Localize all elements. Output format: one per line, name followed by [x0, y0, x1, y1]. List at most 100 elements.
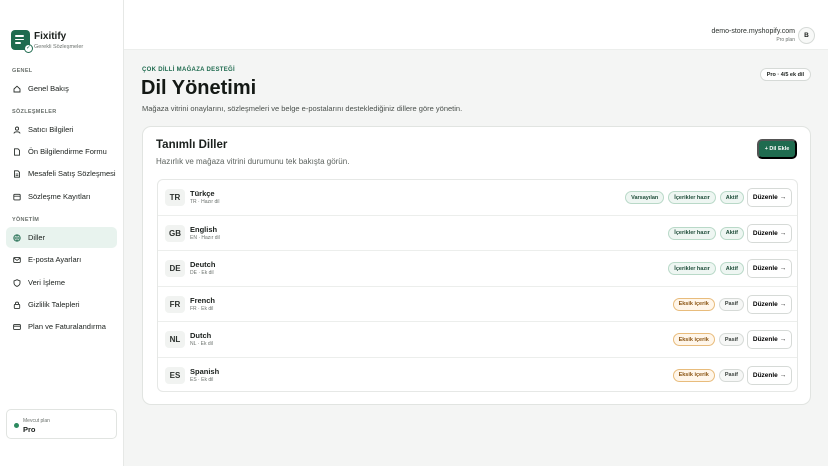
status-badges: Eksik içerik Pasif — [672, 333, 744, 346]
store-plan: Pro plan — [776, 37, 795, 43]
sidebar-item-label: Diller — [28, 233, 46, 242]
page-title: Dil Yönetimi — [141, 77, 257, 99]
language-row-nl: NL Dutch NL · Ek dil Eksik içerik Pasif Düzen… — [158, 322, 797, 358]
lock-icon — [13, 301, 21, 309]
document-icon — [13, 169, 21, 178]
status-badge: Aktif — [719, 226, 744, 240]
sidebar-item-label: Genel Bakış — [28, 84, 69, 93]
language-code: FR — [165, 295, 185, 313]
sidebar-item-label: Veri İşleme — [28, 278, 66, 287]
nav-section-contracts: SÖZLEŞMELER — [12, 109, 57, 115]
fixitify-logo-icon: ✓ — [11, 30, 33, 53]
edit-language-button[interactable]: Düzenle → — [747, 365, 792, 385]
sidebar-item-email-settings[interactable]: E-posta Ayarları — [6, 249, 117, 270]
status-badge: Eksik içerik — [672, 297, 715, 311]
sidebar-item-label: E-posta Ayarları — [28, 255, 82, 264]
sidebar-item-languages[interactable]: Diller — [6, 227, 117, 248]
card-icon — [13, 323, 21, 331]
user-icon — [13, 126, 21, 134]
document-icon — [13, 147, 21, 156]
edit-language-button[interactable]: Düzenle → — [747, 330, 792, 349]
status-badges: Eksik içerik Pasif — [672, 368, 744, 382]
sidebar-item-pre-info-form[interactable]: Ön Bilgilendirme Formu — [6, 141, 117, 162]
sidebar-item-privacy-requests[interactable]: Gizlilik Talepleri — [6, 294, 117, 315]
language-list: TR Türkçe TR · Hazır dil Varsayılan İçerikle… — [157, 179, 798, 392]
sidebar-item-label: Satıcı Bilgileri — [28, 125, 74, 134]
status-badges: Varsayılan İçerikler hazır Aktif — [625, 191, 744, 204]
sidebar-item-contract-records[interactable]: Sözleşme Kayıtları — [6, 186, 117, 207]
language-code: DE — [165, 260, 185, 277]
card-title: Tanımlı Diller — [156, 139, 228, 151]
archive-icon — [13, 193, 21, 201]
language-meta: ES · Ek dil — [190, 376, 214, 383]
shield-icon — [13, 278, 21, 287]
sidebar-item-label: Sözleşme Kayıtları — [28, 192, 91, 201]
status-badge: İçerikler hazır — [668, 226, 716, 240]
language-meta: NL · Ek dil — [190, 341, 213, 347]
edit-language-button[interactable]: Düzenle → — [747, 259, 792, 278]
avatar[interactable]: B — [798, 27, 815, 44]
status-badge: Pasif — [718, 368, 744, 382]
language-row-tr: TR Türkçe TR · Hazır dil Varsayılan İçerikle… — [158, 180, 797, 216]
status-badge: Pasif — [718, 297, 744, 311]
store-info: demo-store.myshopify.com Pro plan — [711, 28, 795, 43]
status-badge: İçerikler hazır — [668, 262, 716, 275]
language-name: French — [190, 295, 216, 305]
language-code: GB — [165, 224, 185, 242]
home-icon — [13, 85, 21, 93]
nav-section-general: GENEL — [12, 68, 33, 74]
add-language-button[interactable]: + Dil Ekle — [757, 139, 797, 159]
sidebar-item-label: Mesafeli Satış Sözleşmesi — [28, 169, 116, 178]
defined-languages-card: Tanımlı Diller Hazırlık ve mağaza vitrin… — [142, 126, 811, 405]
brand-subtitle: Gerekli Sözleşmeler — [34, 43, 84, 50]
brand-name: Fixitify — [34, 30, 67, 42]
sidebar-item-distance-sales[interactable]: Mesafeli Satış Sözleşmesi — [6, 163, 117, 184]
sidebar: ✓ Fixitify Gerekli Sözleşmeler GENEL Gen… — [0, 0, 124, 466]
plan-status-dot — [14, 423, 19, 428]
mail-icon — [13, 256, 21, 264]
edit-language-button[interactable]: Düzenle → — [747, 223, 792, 243]
language-row-es: ES Spanish ES · Ek dil Eksik içerik Pasif Düz… — [158, 358, 797, 392]
status-badge: Pasif — [718, 333, 744, 346]
language-name: Dutch — [190, 331, 212, 340]
language-code: ES — [165, 366, 185, 384]
language-meta: TR · Hazır dil — [190, 199, 220, 205]
language-name: Türkçe — [190, 189, 215, 198]
language-quota-badge: Pro · 4/5 ek dil — [759, 68, 811, 81]
sidebar-item-overview[interactable]: Genel Bakış — [6, 78, 117, 99]
language-meta: FR · Ek dil — [190, 305, 214, 312]
language-row-gb: GB English EN · Hazır dil İçerikler hazır Ak… — [158, 216, 797, 251]
sidebar-item-label: Ön Bilgilendirme Formu — [28, 147, 107, 156]
topbar: demo-store.myshopify.com Pro plan B — [124, 0, 828, 50]
edit-language-button[interactable]: Düzenle → — [747, 188, 792, 207]
status-badges: İçerikler hazır Aktif — [668, 226, 744, 240]
current-plan-card: Mevcut plan Pro — [6, 409, 117, 439]
status-badge: Eksik içerik — [672, 333, 715, 346]
language-code: NL — [165, 331, 185, 348]
status-badges: İçerikler hazır Aktif — [668, 262, 744, 275]
language-name: Deutch — [190, 260, 216, 269]
language-meta: EN · Hazır dil — [190, 234, 220, 241]
language-row-fr: FR French FR · Ek dil Eksik içerik Pasif Düze… — [158, 287, 797, 322]
sidebar-item-label: Plan ve Faturalandırma — [28, 322, 106, 331]
status-badge: Eksik içerik — [672, 368, 715, 382]
language-row-de: DE Deutch DE · Ek dil İçerikler hazır Aktif D… — [158, 251, 797, 287]
status-badge: Aktif — [719, 262, 744, 275]
page-eyebrow: ÇOK DİLLİ MAĞAZA DESTEĞİ — [142, 67, 235, 73]
status-badge: Varsayılan — [625, 191, 665, 204]
globe-icon — [13, 233, 21, 242]
brand[interactable]: ✓ Fixitify Gerekli Sözleşmeler — [11, 30, 84, 53]
status-badges: Eksik içerik Pasif — [672, 297, 744, 311]
plan-value: Pro — [23, 425, 36, 434]
sidebar-item-label: Gizlilik Talepleri — [28, 300, 80, 309]
language-name: English — [190, 224, 218, 234]
sidebar-item-plan-billing[interactable]: Plan ve Faturalandırma — [6, 316, 117, 337]
sidebar-item-seller-info[interactable]: Satıcı Bilgileri — [6, 119, 117, 140]
page-description: Mağaza vitrini onaylarını, sözleşmeleri … — [142, 104, 463, 113]
sidebar-item-data-processing[interactable]: Veri İşleme — [6, 272, 117, 293]
plan-label: Mevcut plan — [23, 418, 50, 424]
language-code: TR — [165, 189, 185, 206]
status-badge: İçerikler hazır — [668, 191, 716, 204]
language-meta: DE · Ek dil — [190, 270, 214, 276]
edit-language-button[interactable]: Düzenle → — [747, 294, 792, 314]
